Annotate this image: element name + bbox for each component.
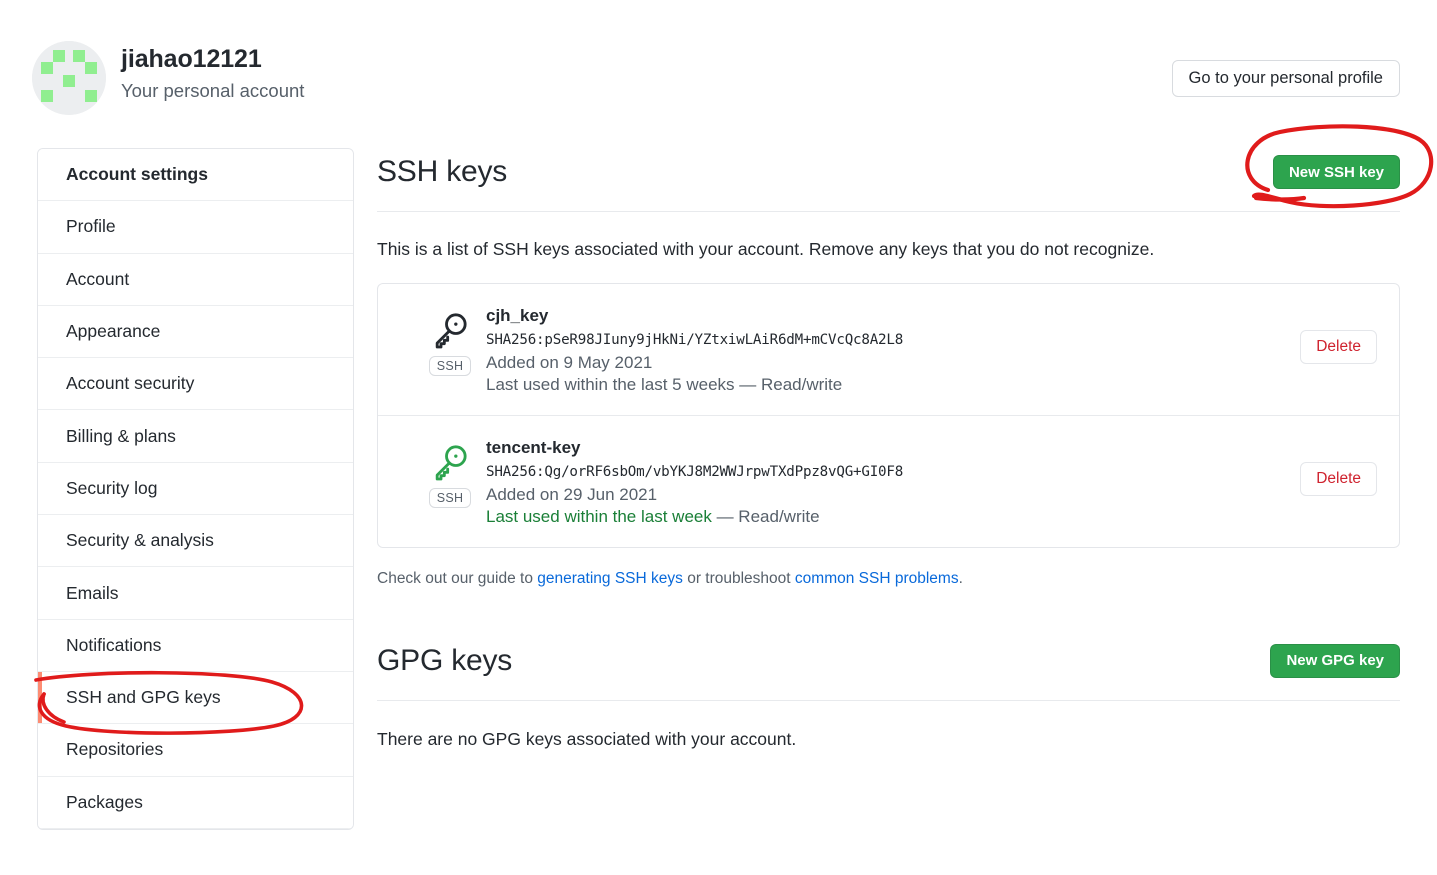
ssh-key-fingerprint: SHA256:Qg/orRF6sbOm/vbYKJ8M2WWJrpwTXdPpz… (486, 464, 1300, 480)
ssh-keys-intro-text: This is a list of SSH keys associated wi… (377, 238, 1400, 261)
sidebar-item-repositories[interactable]: Repositories (38, 724, 353, 776)
ssh-guide-text: Check out our guide to generating SSH ke… (377, 570, 1400, 588)
identicon-avatar-icon (32, 41, 106, 115)
sidebar-item-billing-and-plans[interactable]: Billing & plans (38, 410, 353, 462)
sidebar-item-profile[interactable]: Profile (38, 201, 353, 253)
ssh-key-last-used: Last used within the last week — Read/wr… (486, 507, 1300, 527)
ssh-gpg-keys-settings-page: jiahao12121 Your personal account Go to … (0, 0, 1437, 875)
ssh-key-last-used: Last used within the last 5 weeks — Read… (486, 375, 1300, 395)
identicon-avatar (32, 41, 106, 115)
key-icon (430, 442, 470, 482)
ssh-key-row: SSH tencent-key SHA256:Qg/orRF6sbOm/vbYK… (378, 415, 1399, 547)
sidebar-item-account-security[interactable]: Account security (38, 358, 353, 410)
ssh-keys-title: SSH keys (377, 157, 507, 187)
delete-ssh-key-button[interactable]: Delete (1300, 462, 1377, 496)
sidebar-item-security-and-analysis[interactable]: Security & analysis (38, 515, 353, 567)
key-icon (430, 310, 470, 350)
ssh-badge: SSH (429, 356, 472, 376)
sidebar-heading-account-settings: Account settings (38, 149, 353, 201)
gpg-section-divider (377, 700, 1400, 701)
ssh-key-last-used-prefix: Last used within the last week (486, 507, 712, 526)
ssh-key-icon-column: SSH (414, 304, 486, 376)
account-header: jiahao12121 Your personal account Go to … (0, 0, 1437, 130)
sidebar-item-emails[interactable]: Emails (38, 567, 353, 619)
sidebar-item-security-log[interactable]: Security log (38, 463, 353, 515)
ssh-keys-list: SSH cjh_key SHA256:pSeR98JIuny9jHkNi/YZt… (377, 283, 1400, 548)
ssh-key-added-date: Added on 9 May 2021 (486, 353, 1300, 373)
guide-middle: or troubleshoot (683, 570, 795, 587)
sidebar-item-notifications[interactable]: Notifications (38, 620, 353, 672)
ssh-key-name: tencent-key (486, 438, 1300, 458)
sidebar-item-packages[interactable]: Packages (38, 777, 353, 829)
main-content: SSH keys New SSH key This is a list of S… (377, 148, 1400, 750)
ssh-key-name: cjh_key (486, 306, 1300, 326)
gpg-keys-title: GPG keys (377, 646, 512, 676)
guide-prefix: Check out our guide to (377, 570, 537, 587)
common-ssh-problems-link[interactable]: common SSH problems (795, 570, 959, 587)
new-ssh-key-button[interactable]: New SSH key (1273, 155, 1400, 189)
generating-ssh-keys-link[interactable]: generating SSH keys (537, 570, 683, 587)
settings-sidebar: Account settings Profile Account Appeara… (37, 148, 354, 830)
ssh-key-access-level: — Read/write (735, 375, 843, 394)
account-username: jiahao12121 (121, 45, 262, 74)
ssh-key-row: SSH cjh_key SHA256:pSeR98JIuny9jHkNi/YZt… (378, 284, 1399, 415)
ssh-key-last-used-prefix: Last used within the last 5 weeks (486, 375, 735, 394)
sidebar-item-account[interactable]: Account (38, 254, 353, 306)
gpg-keys-section-header: GPG keys New GPG key (377, 637, 1400, 685)
delete-ssh-key-button[interactable]: Delete (1300, 330, 1377, 364)
ssh-section-divider (377, 211, 1400, 212)
sidebar-item-appearance[interactable]: Appearance (38, 306, 353, 358)
ssh-key-info: tencent-key SHA256:Qg/orRF6sbOm/vbYKJ8M2… (486, 436, 1300, 527)
guide-suffix: . (959, 570, 963, 587)
ssh-key-icon-column: SSH (414, 436, 486, 508)
ssh-key-added-date: Added on 29 Jun 2021 (486, 485, 1300, 505)
gpg-empty-message: There are no GPG keys associated with yo… (377, 729, 1400, 750)
ssh-key-info: cjh_key SHA256:pSeR98JIuny9jHkNi/YZtxiwL… (486, 304, 1300, 395)
account-subtitle: Your personal account (121, 80, 304, 102)
ssh-key-fingerprint: SHA256:pSeR98JIuny9jHkNi/YZtxiwLAiR6dM+m… (486, 332, 1300, 348)
sidebar-item-ssh-and-gpg-keys[interactable]: SSH and GPG keys (38, 672, 353, 724)
ssh-keys-section-header: SSH keys New SSH key (377, 148, 1400, 196)
go-to-personal-profile-button[interactable]: Go to your personal profile (1172, 60, 1400, 97)
ssh-key-access-level: — Read/write (712, 507, 820, 526)
gpg-keys-section: GPG keys New GPG key There are no GPG ke… (377, 637, 1400, 750)
ssh-badge: SSH (429, 488, 472, 508)
new-gpg-key-button[interactable]: New GPG key (1270, 644, 1400, 678)
